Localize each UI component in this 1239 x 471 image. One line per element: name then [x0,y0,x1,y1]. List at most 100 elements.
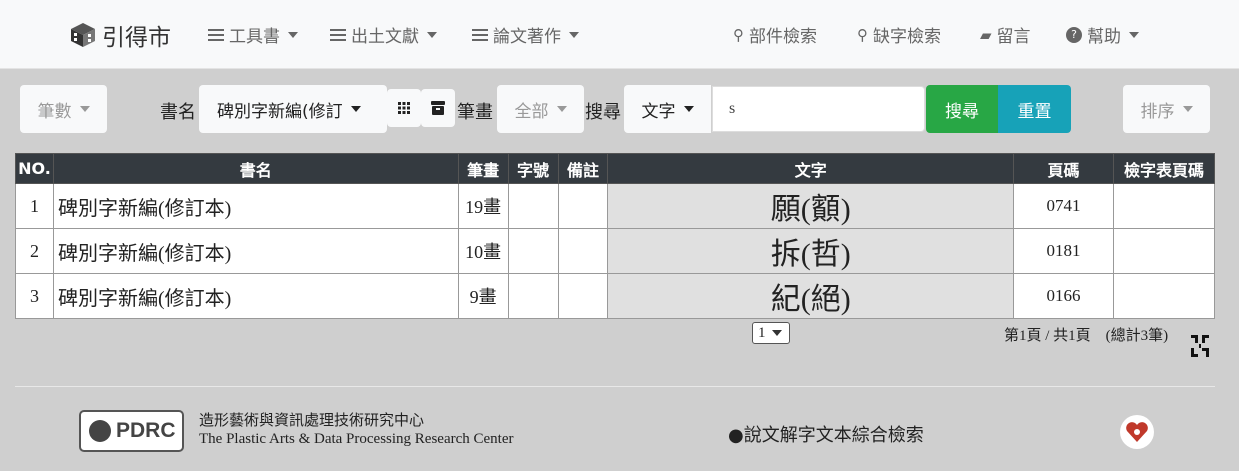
cube-logo-icon [71,23,95,47]
nav-label: 幫助 [1087,27,1121,47]
menu-excavated-docs[interactable]: 出土文獻 [330,22,437,47]
reset-button[interactable]: 重置 [998,85,1071,133]
cell-num [507,183,559,229]
menu-label: 論文著作 [493,27,561,47]
col-num[interactable]: 字號 [507,153,559,184]
cell-note [557,273,609,319]
cell-page: 0181 [1013,228,1114,274]
cell-note [557,228,609,274]
heart-badge-icon[interactable] [1120,415,1154,449]
cell-no: 3 [15,273,54,319]
col-no[interactable]: NO. [15,153,54,184]
qr-code-icon[interactable] [1190,334,1210,358]
search-input-value: s [729,100,736,117]
cell-index-page [1113,273,1215,319]
nav-missing-char-search[interactable]: ⚲ 缺字檢索 [857,22,941,48]
pdrc-logo-text: PDRC [116,419,176,442]
table-row[interactable]: 3 碑別字新編(修訂本) 9畫 紀(絕) 0166 [15,273,1215,319]
cell-text[interactable]: 拆(哲) [607,228,1015,274]
chevron-down-icon [771,330,782,336]
org-name-en: The Plastic Arts & Data Processing Resea… [199,431,514,447]
caret-down-icon [288,31,298,38]
brand-name: 引得市 [102,25,171,51]
grid-icon [398,102,410,114]
caret-down-icon [1182,106,1193,112]
site-link[interactable]: ●說文解字文本綜合檢索 [728,421,924,447]
caret-down-icon [683,106,694,112]
grid-view-button[interactable] [387,89,421,127]
cell-text[interactable]: 願(顮) [607,183,1015,229]
cell-strokes: 10畫 [457,228,509,274]
table-row[interactable]: 2 碑別字新編(修訂本) 10畫 拆(哲) 0181 [15,228,1215,274]
col-index-page[interactable]: 檢字表頁碼 [1113,153,1215,184]
col-strokes[interactable]: 筆畫 [457,153,509,184]
count-dropdown[interactable]: 筆數 [20,85,107,133]
page-select[interactable]: 1 [752,322,790,344]
cell-index-page [1113,183,1215,229]
nav-component-search[interactable]: ⚲ 部件檢索 [733,22,817,48]
search-button-label: 搜尋 [945,101,979,122]
brand-link[interactable]: 引得市 [70,18,171,52]
cell-book: 碑別字新編(修訂本) [52,273,459,319]
cell-index-page [1113,228,1215,274]
table-row[interactable]: 1 碑別字新編(修訂本) 19畫 願(顮) 0741 [15,183,1215,229]
reset-button-label: 重置 [1017,101,1052,122]
stroke-dropdown[interactable]: 全部 [497,85,584,133]
message-icon: ▰ [980,25,992,44]
archive-button[interactable] [421,89,455,127]
cell-no: 2 [15,228,54,274]
table-header-row: NO. 書名 筆畫 字號 備註 文字 頁碼 檢字表頁碼 [15,153,1215,184]
caret-down-icon [1129,31,1139,38]
menu-reference-books[interactable]: 工具書 [208,22,298,47]
list-icon [330,26,346,44]
cell-book: 碑別字新編(修訂本) [52,228,459,274]
list-icon [208,26,224,44]
nav-message[interactable]: ▰ 留言 [980,22,1031,48]
menu-papers[interactable]: 論文著作 [472,22,579,47]
col-text[interactable]: 文字 [607,153,1015,184]
caret-down-icon [79,106,90,112]
cell-page: 0741 [1013,183,1114,229]
pdrc-mark-icon [89,420,111,442]
cell-num [507,273,559,319]
results-table: NO. 書名 筆畫 字號 備註 文字 頁碼 檢字表頁碼 1 碑別字新編(修訂本)… [15,153,1215,319]
pdrc-logo[interactable]: PDRC [79,410,184,452]
col-page[interactable]: 頁碼 [1013,153,1114,184]
cell-strokes: 19畫 [457,183,509,229]
archive-icon [431,101,445,115]
page-select-value: 1 [758,324,766,341]
org-name-zh: 造形藝術與資訊處理技術研究中心 [199,413,425,429]
search-button[interactable]: 搜尋 [926,85,998,133]
cell-note [557,183,609,229]
nav-help[interactable]: ? 幫助 [1066,22,1139,47]
book-dropdown[interactable]: 碑別字新編(修訂 [199,85,387,133]
navbar: 引得市 工具書 出土文獻 論文著作 ⚲ 部件檢索 ⚲ 缺字檢索 ▰ 留言 ? 幫… [0,0,1239,69]
caret-down-icon [569,31,579,38]
caret-down-icon [427,31,437,38]
cell-book: 碑別字新編(修訂本) [52,183,459,229]
help-icon: ? [1066,26,1082,43]
footer-divider [15,386,1215,387]
sort-label: 排序 [1140,101,1175,122]
search-type-value: 文字 [641,101,676,122]
search-input[interactable]: s [712,86,925,132]
cell-page: 0166 [1013,273,1114,319]
sort-dropdown[interactable]: 排序 [1123,85,1210,133]
page-info: 第1頁 / 共1頁 (總計3筆) [1004,328,1169,344]
search-type-dropdown[interactable]: 文字 [624,85,711,133]
list-icon [472,26,488,44]
stroke-value: 全部 [514,101,549,122]
caret-down-icon [350,106,361,112]
book-label: 書名 [160,102,196,123]
menu-label: 工具書 [229,27,280,47]
search-label: 搜尋 [585,102,621,123]
col-book[interactable]: 書名 [52,153,459,184]
nav-label: 部件檢索 [749,27,817,47]
caret-down-icon [556,106,567,112]
count-label: 筆數 [37,101,72,122]
col-note[interactable]: 備註 [557,153,609,184]
cell-text[interactable]: 紀(絕) [607,273,1015,319]
search-icon: ⚲ [733,25,744,44]
book-value: 碑別字新編(修訂 [217,101,343,122]
cell-no: 1 [15,183,54,229]
